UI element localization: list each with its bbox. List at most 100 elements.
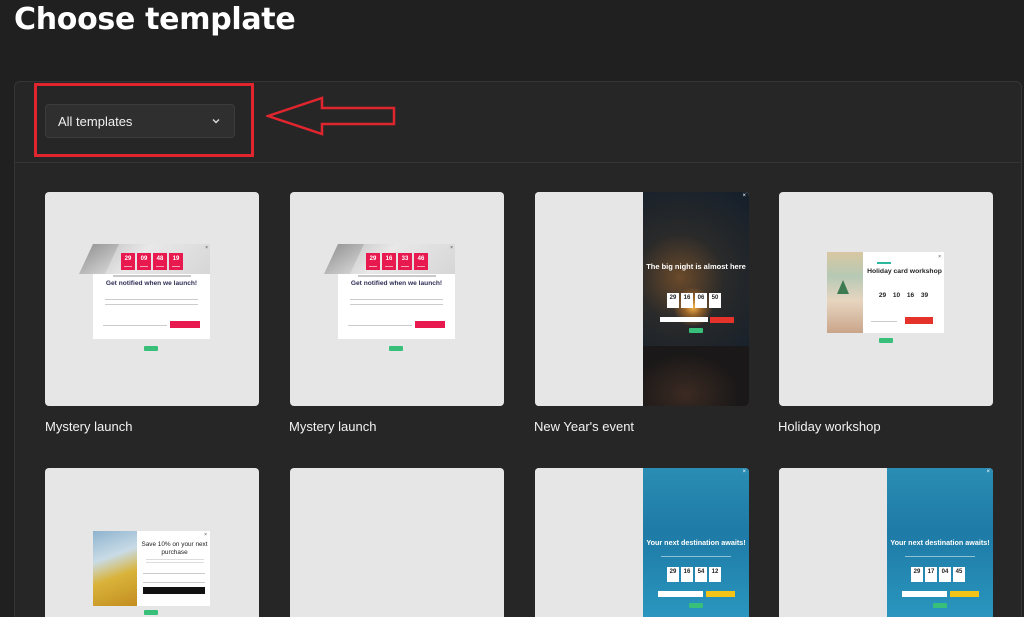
countdown-digit: 50 <box>709 293 721 308</box>
preview-subscribe-button <box>170 321 200 328</box>
countdown-digit: 16 <box>906 292 915 299</box>
preview-submit-button <box>950 591 979 597</box>
preview-heading: Save 10% on your next purchase <box>141 541 208 556</box>
preview-text-line <box>350 299 443 305</box>
preview-countdown: 29 09 48 19 <box>121 253 183 270</box>
countdown-digit: 04 <box>939 567 951 582</box>
countdown-digit: 54 <box>695 567 707 582</box>
countdown-digit: 10 <box>892 292 901 299</box>
countdown-digit: 29 <box>878 292 887 299</box>
countdown-digit: 16 <box>681 567 693 582</box>
preview-email-field <box>143 577 205 583</box>
preview-name-field <box>143 568 205 574</box>
close-icon: × <box>204 532 207 538</box>
template-preview: Holiday card workshop 29 10 16 39 × <box>827 252 944 333</box>
template-card-blank[interactable] <box>290 468 504 617</box>
close-icon: × <box>742 469 746 475</box>
preview-heading: Your next destination awaits! <box>646 538 746 547</box>
template-name: Mystery launch <box>289 419 377 434</box>
template-card-holiday-workshop[interactable]: Holiday card workshop 29 10 16 39 × <box>779 192 993 406</box>
template-preview: The big night is almost here 29 16 06 50… <box>643 192 749 406</box>
annotation-arrow-icon <box>266 96 396 136</box>
countdown-digit: 16 <box>382 253 396 270</box>
countdown-digit: 17 <box>925 567 937 582</box>
powered-by-badge <box>389 346 403 351</box>
preview-text-line <box>358 275 436 277</box>
preview-page-background <box>535 468 643 617</box>
preview-page-background <box>535 192 643 406</box>
countdown-digit: 46 <box>414 253 428 270</box>
preview-heading: Get notified when we launch! <box>105 280 198 287</box>
countdown-digit: 45 <box>953 567 965 582</box>
preview-countdown: 29 16 54 12 <box>667 567 721 582</box>
annotation-highlight-box <box>34 83 254 157</box>
preview-email-field <box>902 591 947 597</box>
template-card-mystery-launch-2[interactable]: 29 16 33 46 Get notified when we launch!… <box>290 192 504 406</box>
template-preview: 29 09 48 19 Get notified when we launch!… <box>93 244 210 339</box>
preview-heading: Holiday card workshop <box>867 268 942 275</box>
preview-text-line <box>905 556 975 559</box>
preview-page-background <box>779 468 887 617</box>
template-card-mystery-launch-1[interactable]: 29 09 48 19 Get notified when we launch!… <box>45 192 259 406</box>
template-card-discount[interactable]: Save 10% on your next purchase × <box>45 468 259 617</box>
template-preview: 29 16 33 46 Get notified when we launch!… <box>338 244 455 339</box>
close-icon: × <box>986 469 990 475</box>
preview-email-field <box>348 321 412 326</box>
preview-text-line <box>113 275 191 277</box>
countdown-digit: 12 <box>709 567 721 582</box>
preview-lifestyle-image <box>93 531 137 606</box>
countdown-digit: 29 <box>366 253 380 270</box>
powered-by-badge <box>144 610 158 615</box>
preview-heading: The big night is almost here <box>646 262 746 271</box>
preview-email-field <box>103 321 167 326</box>
template-preview: Your next destination awaits! 29 16 54 1… <box>643 468 749 617</box>
template-name: Holiday workshop <box>778 419 881 434</box>
template-card-new-years-event[interactable]: The big night is almost here 29 16 06 50… <box>535 192 749 406</box>
preview-email-field <box>660 317 708 322</box>
preview-email-field <box>871 318 897 322</box>
template-preview: Save 10% on your next purchase × <box>93 531 210 606</box>
preview-submit-button <box>710 317 734 323</box>
preview-submit-button <box>706 591 735 597</box>
close-icon: × <box>205 245 208 251</box>
countdown-digit: 29 <box>667 293 679 308</box>
close-icon: × <box>742 193 746 199</box>
powered-by-badge <box>879 338 893 343</box>
tree-icon <box>837 280 849 294</box>
preview-submit-button <box>905 317 933 324</box>
template-name: New Year's event <box>534 419 635 434</box>
powered-by-badge <box>144 346 158 351</box>
preview-countdown: 29 17 04 45 <box>911 567 965 582</box>
countdown-digit: 09 <box>137 253 151 270</box>
preview-subscribe-button <box>415 321 445 328</box>
template-card-destination-2[interactable]: Your next destination awaits! 29 17 04 4… <box>779 468 993 617</box>
template-preview: Your next destination awaits! 29 17 04 4… <box>887 468 993 617</box>
countdown-digit: 29 <box>121 253 135 270</box>
countdown-digit: 19 <box>169 253 183 270</box>
preview-countdown: 29 16 33 46 <box>366 253 428 270</box>
preview-email-field <box>658 591 703 597</box>
powered-by-badge <box>933 603 947 608</box>
preview-heading: Your next destination awaits! <box>890 538 990 547</box>
template-name: Mystery launch <box>45 419 133 434</box>
powered-by-badge <box>689 328 703 333</box>
close-icon: × <box>938 254 941 260</box>
preview-hands-image <box>643 346 749 406</box>
preview-countdown: 29 10 16 39 <box>877 292 930 305</box>
countdown-digit: 06 <box>695 293 707 308</box>
close-icon: × <box>450 245 453 251</box>
countdown-digit: 33 <box>398 253 412 270</box>
preview-craft-image <box>827 252 863 333</box>
preview-text-line <box>146 559 204 563</box>
countdown-digit: 29 <box>911 567 923 582</box>
countdown-digit: 48 <box>153 253 167 270</box>
countdown-digit: 39 <box>920 292 929 299</box>
preview-submit-button <box>143 587 205 594</box>
powered-by-badge <box>689 603 703 608</box>
countdown-digit: 29 <box>667 567 679 582</box>
countdown-digit: 16 <box>681 293 693 308</box>
preview-text-line <box>105 299 198 305</box>
template-card-destination-1[interactable]: Your next destination awaits! 29 16 54 1… <box>535 468 749 617</box>
preview-heading: Get notified when we launch! <box>350 280 443 287</box>
preview-countdown: 29 16 06 50 <box>667 293 721 308</box>
